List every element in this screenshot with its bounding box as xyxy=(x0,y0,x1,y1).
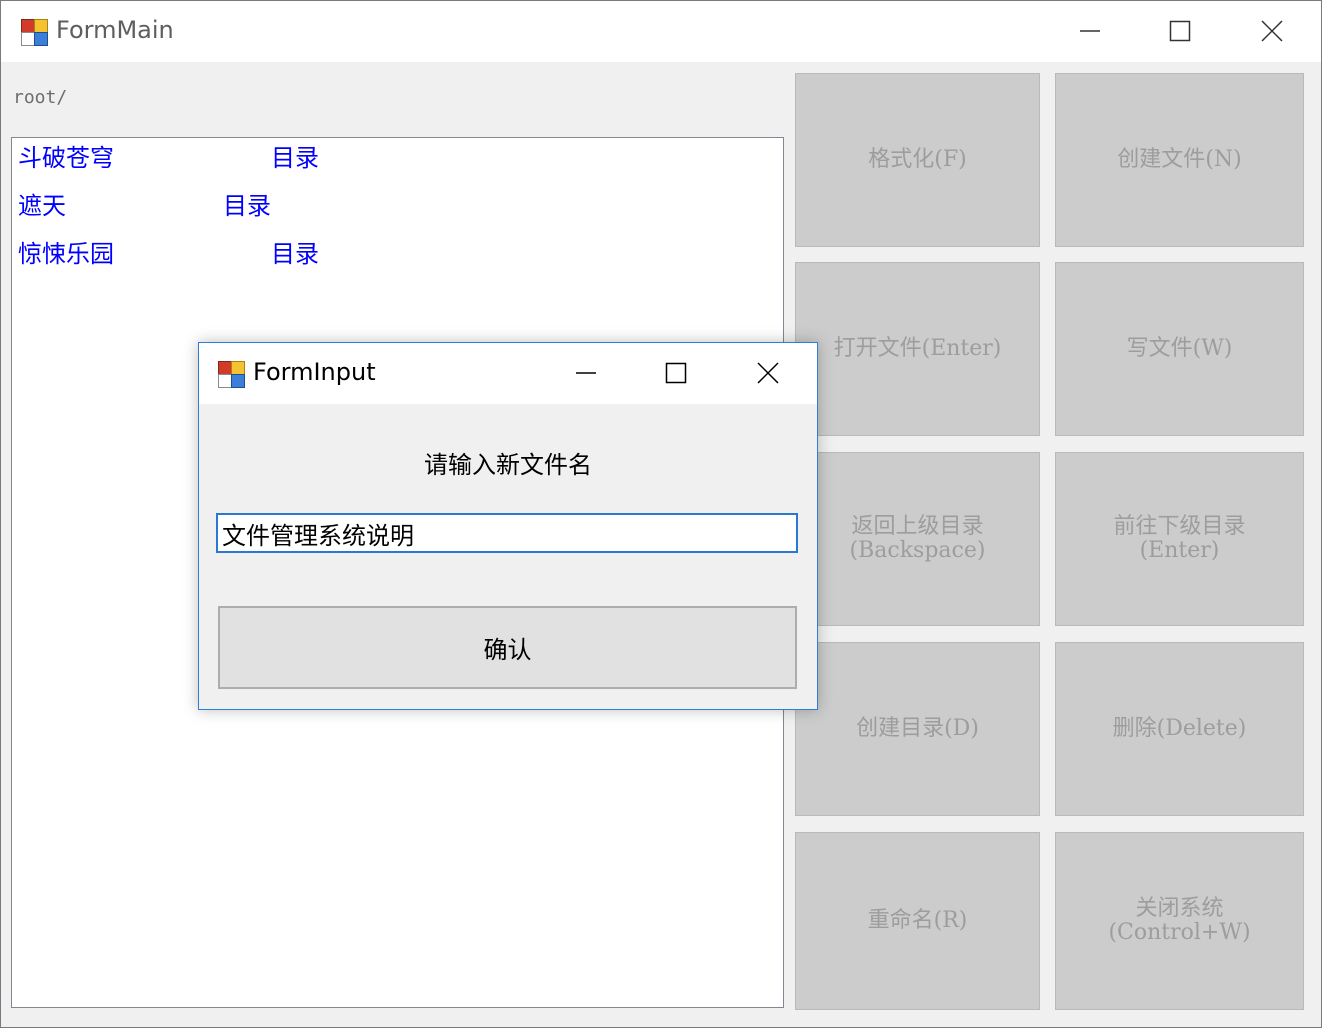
filename-input[interactable] xyxy=(216,513,798,553)
main-window-title: FormMain xyxy=(56,16,174,44)
item-name: 遮天 xyxy=(18,192,66,220)
list-item[interactable]: 遮天 目录 xyxy=(18,186,778,226)
close-button[interactable] xyxy=(1227,1,1317,61)
dialog-title: FormInput xyxy=(253,358,376,386)
create-directory-button[interactable]: 创建目录(D) xyxy=(795,642,1040,816)
list-item[interactable]: 惊悚乐园 目录 xyxy=(18,234,778,274)
minimize-icon xyxy=(1080,30,1100,32)
dialog-close-button[interactable] xyxy=(723,343,813,403)
current-path-label: root/ xyxy=(13,87,68,108)
input-dialog: FormInput 请输入新文件名 确认 xyxy=(198,342,818,710)
close-system-button[interactable]: 关闭系统 (Control+W) xyxy=(1055,832,1304,1010)
rename-button[interactable]: 重命名(R) xyxy=(795,832,1040,1010)
minimize-button[interactable] xyxy=(1045,1,1135,61)
item-type: 目录 xyxy=(271,240,319,268)
format-button[interactable]: 格式化(F) xyxy=(795,73,1040,247)
item-name: 惊悚乐园 xyxy=(18,240,114,268)
dialog-minimize-button[interactable] xyxy=(541,343,631,403)
maximize-button[interactable] xyxy=(1135,1,1225,61)
dialog-titlebar[interactable]: FormInput xyxy=(199,343,817,404)
item-name: 斗破苍穹 xyxy=(18,144,114,172)
dialog-prompt: 请输入新文件名 xyxy=(424,451,592,479)
app-icon xyxy=(21,19,48,46)
minimize-icon xyxy=(576,372,596,374)
maximize-icon xyxy=(665,362,687,384)
list-item[interactable]: 斗破苍穹 目录 xyxy=(18,138,778,178)
close-icon xyxy=(757,362,779,384)
create-file-button[interactable]: 创建文件(N) xyxy=(1055,73,1304,247)
confirm-button[interactable]: 确认 xyxy=(218,606,797,689)
close-icon xyxy=(1261,20,1283,42)
go-up-directory-button[interactable]: 返回上级目录 (Backspace) xyxy=(795,452,1040,626)
item-type: 目录 xyxy=(223,192,271,220)
write-file-button[interactable]: 写文件(W) xyxy=(1055,262,1304,436)
main-titlebar[interactable]: FormMain xyxy=(1,1,1321,62)
go-down-directory-button[interactable]: 前往下级目录 (Enter) xyxy=(1055,452,1304,626)
maximize-icon xyxy=(1169,20,1191,42)
app-icon xyxy=(218,361,245,388)
open-file-button[interactable]: 打开文件(Enter) xyxy=(795,262,1040,436)
item-type: 目录 xyxy=(271,144,319,172)
dialog-maximize-button[interactable] xyxy=(631,343,721,403)
delete-button[interactable]: 删除(Delete) xyxy=(1055,642,1304,816)
